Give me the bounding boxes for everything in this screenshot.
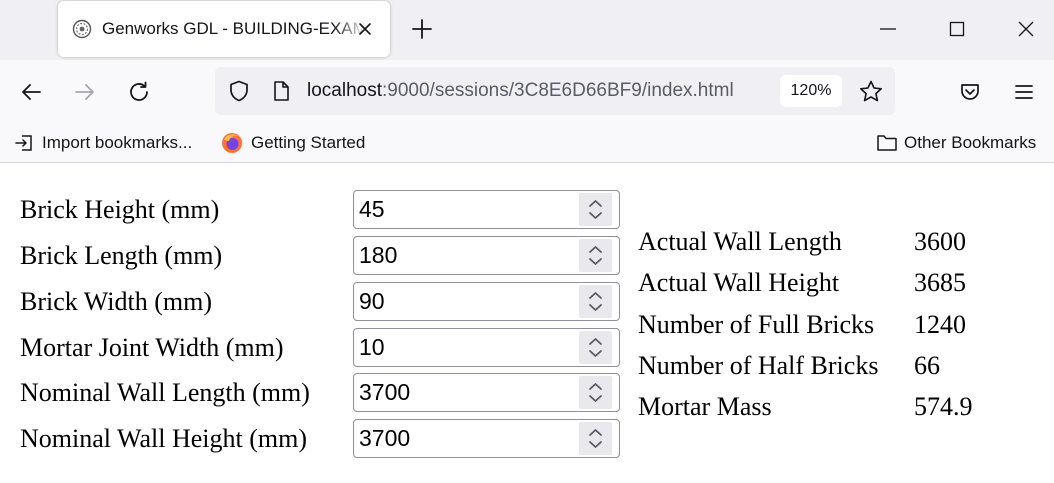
label-mortar-joint-width: Mortar Joint Width (mm) bbox=[20, 333, 284, 362]
back-arrow-icon bbox=[22, 84, 41, 100]
tab-genworks[interactable]: Genworks GDL - BUILDING-EXAMPLE-ASSEMBLY bbox=[58, 1, 390, 57]
hamburger-menu-icon bbox=[1015, 85, 1033, 99]
result-label-actual-wall-height: Actual Wall Height bbox=[638, 268, 840, 297]
maximize-icon bbox=[949, 21, 965, 37]
address-bar[interactable]: localhost:9000/sessions/3C8E6D66BF9/inde… bbox=[215, 67, 895, 115]
brick-height-spinner-icon[interactable] bbox=[579, 193, 612, 226]
tab-title: Genworks GDL - BUILDING-EXAMPLE-ASSEMBLY bbox=[102, 19, 366, 38]
bookmark-getting-started-label: Getting Started bbox=[251, 133, 366, 152]
forward-arrow-icon bbox=[75, 84, 94, 100]
genworks-favicon-icon bbox=[72, 19, 92, 39]
result-label-half-bricks: Number of Half Bricks bbox=[638, 351, 879, 380]
result-value-actual-wall-length: 3600 bbox=[914, 227, 966, 256]
close-window-button[interactable] bbox=[1006, 12, 1046, 46]
other-bookmarks-folder[interactable]: Other Bookmarks bbox=[876, 132, 1036, 154]
label-brick-length: Brick Length (mm) bbox=[20, 241, 223, 270]
bookmark-getting-started[interactable]: Getting Started bbox=[221, 132, 365, 154]
reload-icon bbox=[130, 81, 148, 101]
brick-width-spinner-icon[interactable] bbox=[579, 285, 612, 318]
pocket-button[interactable] bbox=[956, 78, 984, 106]
result-value-actual-wall-height: 3685 bbox=[914, 268, 966, 297]
url-host: localhost bbox=[307, 80, 382, 101]
url-text[interactable]: localhost:9000/sessions/3C8E6D66BF9/inde… bbox=[307, 80, 734, 102]
minimize-icon bbox=[880, 28, 896, 30]
pocket-icon bbox=[961, 84, 979, 100]
label-nominal-wall-length: Nominal Wall Length (mm) bbox=[20, 378, 310, 407]
bookmark-star-icon[interactable] bbox=[858, 79, 884, 105]
navigation-toolbar: localhost:9000/sessions/3C8E6D66BF9/inde… bbox=[0, 60, 1054, 123]
result-value-full-bricks: 1240 bbox=[914, 310, 966, 339]
firefox-icon bbox=[222, 133, 242, 153]
maximize-button[interactable] bbox=[937, 12, 977, 46]
zoom-level-button[interactable]: 120% bbox=[780, 75, 842, 107]
new-tab-icon[interactable] bbox=[408, 15, 436, 43]
forward-button[interactable] bbox=[71, 78, 99, 106]
close-tab-icon[interactable] bbox=[354, 18, 376, 40]
url-path: :9000/sessions/3C8E6D66BF9/index.html bbox=[382, 80, 734, 101]
reload-button[interactable] bbox=[125, 78, 153, 106]
minimize-button[interactable] bbox=[868, 12, 908, 46]
bookmark-import[interactable]: Import bookmarks... bbox=[14, 132, 192, 154]
result-label-mortar-mass: Mortar Mass bbox=[638, 392, 772, 421]
other-bookmarks-label: Other Bookmarks bbox=[904, 133, 1037, 152]
bookmarks-toolbar: Import bookmarks... Getting Started Othe… bbox=[0, 123, 1054, 163]
import-icon bbox=[15, 135, 32, 151]
label-brick-width: Brick Width (mm) bbox=[20, 287, 213, 316]
bookmark-import-label: Import bookmarks... bbox=[42, 133, 193, 152]
brick-length-spinner-icon[interactable] bbox=[579, 239, 612, 272]
nominal-wall-height-spinner-icon[interactable] bbox=[579, 422, 612, 455]
tab-strip: Genworks GDL - BUILDING-EXAMPLE-ASSEMBLY bbox=[0, 0, 1054, 60]
page-content: Brick Height (mm) Brick Length (mm) Bric… bbox=[0, 164, 1054, 483]
back-button[interactable] bbox=[17, 78, 45, 106]
result-value-half-bricks: 66 bbox=[914, 351, 940, 380]
close-window-icon bbox=[1018, 21, 1034, 37]
result-value-mortar-mass: 574.9 bbox=[914, 392, 973, 421]
result-label-actual-wall-length: Actual Wall Length bbox=[638, 227, 842, 256]
folder-icon bbox=[877, 135, 897, 151]
nominal-wall-length-spinner-icon[interactable] bbox=[579, 376, 612, 409]
mortar-joint-width-spinner-icon[interactable] bbox=[579, 331, 612, 364]
label-nominal-wall-height: Nominal Wall Height (mm) bbox=[20, 424, 307, 453]
result-label-full-bricks: Number of Full Bricks bbox=[638, 310, 875, 339]
app-menu-button[interactable] bbox=[1010, 78, 1038, 106]
page-icon[interactable] bbox=[269, 79, 293, 103]
shield-icon[interactable] bbox=[227, 79, 251, 103]
label-brick-height: Brick Height (mm) bbox=[20, 195, 220, 224]
